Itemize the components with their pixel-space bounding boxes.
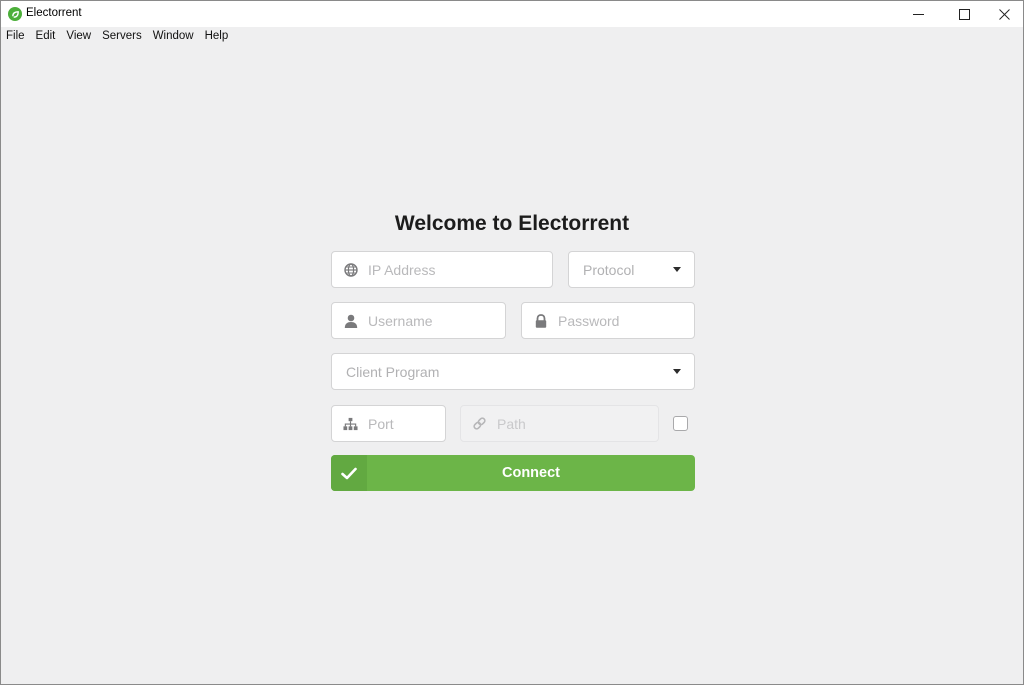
connect-button[interactable]: Connect (331, 455, 695, 491)
menu-view[interactable]: View (66, 28, 91, 44)
username-field[interactable] (331, 302, 506, 339)
menu-help[interactable]: Help (205, 28, 229, 44)
user-icon (343, 313, 358, 328)
minimize-icon[interactable] (895, 1, 941, 27)
path-field[interactable] (460, 405, 659, 442)
menu-bar: File Edit View Servers Window Help (1, 27, 1023, 45)
protocol-select[interactable]: Protocol (568, 251, 695, 288)
window-title: Electorrent (26, 7, 82, 19)
ip-address-input[interactable] (368, 252, 544, 287)
password-input[interactable] (558, 303, 686, 338)
close-icon[interactable] (981, 1, 1023, 27)
ip-address-field[interactable] (331, 251, 553, 288)
check-icon (331, 455, 367, 491)
path-checkbox[interactable] (673, 416, 688, 431)
menu-window[interactable]: Window (153, 28, 194, 44)
title-bar[interactable]: Electorrent (1, 1, 1023, 27)
port-input[interactable] (368, 406, 437, 441)
menu-edit[interactable]: Edit (36, 28, 56, 44)
client-program-select[interactable]: Client Program (331, 353, 695, 390)
menu-file[interactable]: File (6, 28, 25, 44)
client-program-selected-value: Client Program (346, 364, 440, 380)
sitemap-icon (343, 416, 358, 431)
connect-button-label: Connect (502, 465, 560, 481)
username-input[interactable] (368, 303, 497, 338)
lock-icon (533, 313, 548, 328)
caret-down-icon (673, 369, 681, 374)
port-field[interactable] (331, 405, 446, 442)
app-logo-icon (8, 7, 22, 21)
globe-icon (343, 262, 358, 277)
app-window: Electorrent File Edit View Servers Windo… (0, 0, 1024, 685)
link-icon (472, 416, 487, 431)
protocol-selected-value: Protocol (583, 262, 635, 278)
caret-down-icon (673, 267, 681, 272)
page-title: Welcome to Electorrent (394, 212, 630, 235)
menu-servers[interactable]: Servers (102, 28, 142, 44)
password-field[interactable] (521, 302, 695, 339)
path-input[interactable] (497, 406, 650, 441)
